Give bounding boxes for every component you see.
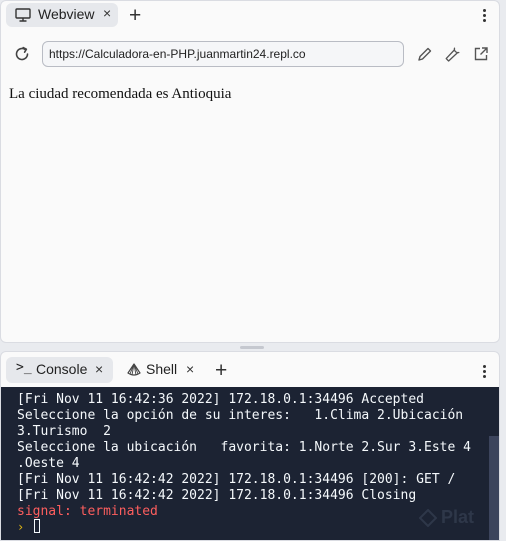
terminal-line: [Fri Nov 11 16:42:36 2022] 172.18.0.1:34… — [17, 392, 424, 407]
tab-webview-label: Webview — [38, 6, 95, 22]
url-bar: https://Calculadora-en-PHP.juanmartin24.… — [1, 38, 499, 72]
webview-tab-bar: Webview × + — [1, 1, 499, 31]
pencil-icon[interactable] — [417, 46, 433, 62]
watermark-logo-icon — [419, 509, 437, 527]
new-console-tab-button[interactable]: + — [215, 360, 227, 381]
wrench-icon[interactable] — [445, 46, 461, 62]
terminal-line: 3.Turismo 2 — [17, 424, 111, 439]
terminal-line: [Fri Nov 11 16:42:42 2022] 172.18.0.1:34… — [17, 488, 417, 503]
signal-terminated-line: signal: terminated — [17, 504, 158, 519]
terminal-output[interactable]: [Fri Nov 11 16:42:36 2022] 172.18.0.1:34… — [1, 387, 499, 540]
reload-icon[interactable] — [13, 45, 31, 63]
monitor-icon — [15, 8, 31, 22]
terminal-line: Seleccione la ubicación favorita: 1.Nort… — [17, 440, 471, 455]
tab-webview[interactable]: Webview × — [6, 3, 118, 27]
tab-shell[interactable]: Shell × — [119, 357, 203, 383]
tab-shell-label: Shell — [146, 361, 178, 377]
open-external-icon[interactable] — [473, 46, 489, 62]
new-tab-button[interactable]: + — [129, 5, 141, 26]
terminal-cursor[interactable] — [34, 519, 40, 533]
pane-resize-handle[interactable] — [240, 346, 264, 349]
terminal-line: .Oeste 4 — [17, 456, 80, 471]
tab-console-label: Console — [36, 361, 88, 377]
tab-console-close-icon[interactable]: × — [95, 361, 103, 377]
terminal-scrollbar[interactable] — [489, 436, 499, 540]
webview-pane: Webview × + https://Calculadora-en-PHP.j… — [0, 0, 500, 343]
console-pane: >_ Console × Shell × + [Fri Nov 11 16:42… — [0, 351, 500, 541]
webview-content-text: La ciudad recomendada es Antioquia — [9, 86, 232, 102]
terminal-line: Seleccione la opción de su interes: 1.Cl… — [17, 408, 464, 423]
prompt-chevron-icon: › — [17, 520, 25, 534]
webview-menu-icon[interactable] — [483, 9, 487, 24]
console-menu-icon[interactable] — [483, 365, 487, 380]
url-input[interactable]: https://Calculadora-en-PHP.juanmartin24.… — [42, 41, 404, 67]
terminal-line: [Fri Nov 11 16:42:42 2022] 172.18.0.1:34… — [17, 472, 456, 487]
watermark-text: Plat — [441, 507, 475, 527]
tab-close-icon[interactable]: × — [103, 5, 111, 21]
tab-console[interactable]: >_ Console × — [6, 357, 113, 383]
tab-shell-close-icon[interactable]: × — [186, 361, 194, 377]
terminal-prompt-icon: >_ — [16, 360, 32, 375]
shell-icon — [127, 363, 141, 376]
